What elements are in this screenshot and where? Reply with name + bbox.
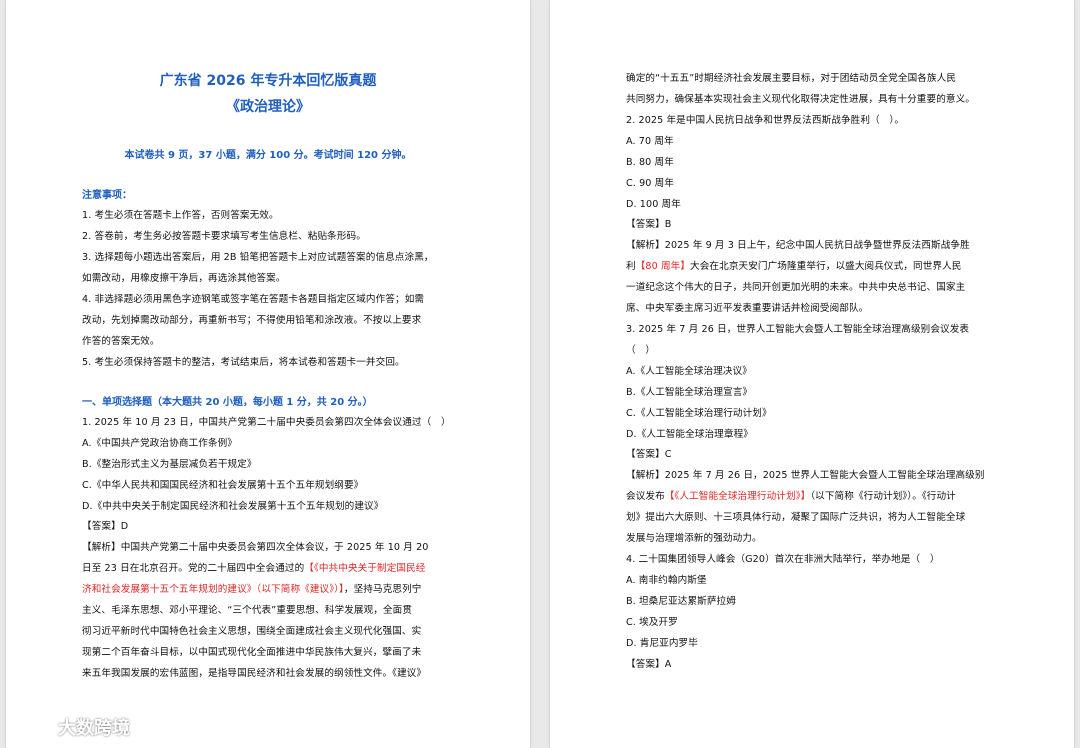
answer: 【答案】C xyxy=(626,449,672,460)
explanation-text: ，坚持马克思列宁 xyxy=(343,584,422,595)
explanation-line: 【解析】2025 年 7 月 26 日，2025 世界人工智能大会暨人工智能全球… xyxy=(626,470,985,481)
explanation-line: 彻习近平新时代中国特色社会主义思想，围绕全面建成社会主义现代化强国、实 xyxy=(82,626,422,637)
option-a: A. 南非约翰内斯堡 xyxy=(626,575,707,586)
explanation-line: 济和社会发展第十五个五年规划的建议》（以下简称《建议》）】，坚持马克思列宁 xyxy=(82,581,421,595)
notice-line: 作答的答案无效。 xyxy=(82,336,160,347)
page-left: 广东省 2026 年专升本回忆版真题 《政治理论》 本试卷共 9 页，37 小题… xyxy=(6,0,530,748)
question-3-paren: （ ） xyxy=(626,345,656,356)
answer: 【答案】D xyxy=(82,521,129,532)
explanation-line: 席、中央军委主席习近平发表重要讲话并检阅受阅部队。 xyxy=(626,303,869,314)
highlight-text: 【《人工智能全球治理行动计划》】 xyxy=(664,491,811,502)
option-d: D. 100 周年 xyxy=(626,199,681,210)
option-c: C.《中华人民共和国国民经济和社会发展第十五个五年规划纲要》 xyxy=(82,480,364,491)
explanation-text: 大会在北京天安门广场隆重举行，以盛大阅兵仪式，同世界人民 xyxy=(690,261,962,272)
option-d: D.《人工智能全球治理章程》 xyxy=(626,429,753,440)
explanation-line: 现第二个百年奋斗目标，以中国式现代化全面推进中华民族伟大复兴，擘画了未 xyxy=(82,647,422,658)
question-4: 4. 二十国集团领导人峰会（G20）首次在非洲大陆举行，举办地是（ ） xyxy=(626,554,940,565)
notice-line: 5. 考生必须保持答题卡的整洁，考试结束后，将本试卷和答题卡一并交回。 xyxy=(82,357,405,368)
notice-line: 3. 选择题每小题选出答案后，用 2B 铅笔把答题卡上对应试题答案的信息点涂黑， xyxy=(82,252,434,263)
explanation-line: 主义、毛泽东思想、邓小平理论、“三个代表”重要思想、科学发展观，全面贯 xyxy=(82,605,413,616)
option-a: A.《中国共产党政治协商工作条例》 xyxy=(82,438,238,449)
option-d: D.《中共中央关于制定国民经济和社会发展第十五个五年规划的建议》 xyxy=(82,501,384,512)
question-3: 3. 2025 年 7 月 26 日，世界人工智能大会暨人工智能全球治理高级别会… xyxy=(626,324,970,335)
option-b: B. 80 周年 xyxy=(626,157,674,168)
explanation-text: 日至 23 日在北京召开。党的二十届四中全会通过的 xyxy=(82,563,305,574)
explanation-line: 利【80 周年】大会在北京天安门广场隆重举行，以盛大阅兵仪式，同世界人民 xyxy=(626,258,961,272)
question-2: 2. 2025 年是中国人民抗日战争和世界反法西斯战争胜利（ ）。 xyxy=(626,115,905,126)
explanation-line: 【解析】2025 年 9 月 3 日上午，纪念中国人民抗日战争暨世界反法西斯战争… xyxy=(626,240,970,251)
explanation-line: 来五年我国发展的宏伟蓝图，是指导国民经济和社会发展的纲领性文件。《建议》 xyxy=(82,668,427,679)
answer: 【答案】A xyxy=(626,659,672,670)
watermark-logo-icon xyxy=(10,717,52,738)
continued-line: 共同努力，确保基本实现社会主义现代化取得决定性进展，具有十分重要的意义。 xyxy=(626,94,975,105)
option-b: B.《人工智能全球治理宣言》 xyxy=(626,387,753,398)
option-c: C. 埃及开罗 xyxy=(626,617,678,628)
highlight-text: 【《中共中央关于制定国民经 xyxy=(304,563,426,574)
option-b: B. 坦桑尼亚达累斯萨拉姆 xyxy=(626,596,736,607)
page-right: 确定的“十五五”时期经济社会发展主要目标，对于团结动员全党全国各族人民 共同努力… xyxy=(550,0,1074,748)
answer: 【答案】B xyxy=(626,219,672,230)
option-a: A.《人工智能全球治理决议》 xyxy=(626,366,752,377)
doc-subtitle: 《政治理论》 xyxy=(226,99,310,115)
notice-line: 如需改动，用橡皮擦干净后，再选涂其他答案。 xyxy=(82,273,286,284)
option-d: D. 肯尼亚内罗毕 xyxy=(626,638,698,649)
explanation-text: （以下简称《行动计划》）。《行动计 xyxy=(810,491,956,502)
explanation-line: 会议发布【《人工智能全球治理行动计划》】（以下简称《行动计划》）。《行动计 xyxy=(626,488,956,502)
highlight-text: 济和社会发展第十五个五年规划的建议》（以下简称《建议》）】 xyxy=(82,584,344,595)
explanation-text: 会议发布 xyxy=(626,491,665,502)
explanation-text: 利 xyxy=(626,261,636,272)
continued-line: 确定的“十五五”时期经济社会发展主要目标，对于团结动员全党全国各族人民 xyxy=(626,73,957,84)
question-1: 1. 2025 年 10 月 23 日，中国共产党第二十届中央委员会第四次全体会… xyxy=(82,417,451,428)
option-c: C. 90 周年 xyxy=(626,178,675,189)
option-c: C.《人工智能全球治理行动计划》 xyxy=(626,408,772,419)
option-a: A. 70 周年 xyxy=(626,136,674,147)
notice-heading: 注意事项： xyxy=(82,190,132,201)
watermark: 大数跨境 xyxy=(8,712,130,742)
notice-line: 改动，先划掉需改动部分，再重新书写；不得使用铅笔和涂改液。不按以上要求 xyxy=(82,315,422,326)
explanation-line: 日至 23 日在北京召开。党的二十届四中全会通过的【《中共中央关于制定国民经 xyxy=(82,560,426,574)
watermark-text: 大数跨境 xyxy=(58,718,130,739)
highlight-text: 【80 周年】 xyxy=(635,261,691,272)
section-heading: 一、单项选择题（本大题共 20 小题，每小题 1 分，共 20 分。） xyxy=(82,397,373,408)
notice-line: 2. 答卷前，考生务必按答题卡要求填写考生信息栏、粘贴条形码。 xyxy=(82,231,366,242)
explanation-line: 【解析】中国共产党第二十届中央委员会第四次全体会议，于 2025 年 10 月 … xyxy=(82,542,429,553)
explanation-line: 一道纪念这个伟大的日子，共同开创更加光明的未来。中共中央总书记、国家主 xyxy=(626,282,966,293)
option-b: B.《整治形式主义为基层减负若干规定》 xyxy=(82,459,257,470)
exam-meta: 本试卷共 9 页，37 小题，满分 100 分。考试时间 120 分钟。 xyxy=(124,150,412,161)
explanation-line: 发展与治理增添新的强劲动力。 xyxy=(626,533,762,544)
notice-line: 1. 考生必须在答题卡上作答，否则答案无效。 xyxy=(82,210,279,221)
explanation-line: 划》提出六大原则、十三项具体行动，凝聚了国际广泛共识，将为人工智能全球 xyxy=(626,512,966,523)
doc-title: 广东省 2026 年专升本回忆版真题 xyxy=(159,73,377,89)
notice-line: 4. 非选择题必须用黑色字迹钢笔或签字笔在答题卡各题目指定区域内作答；如需 xyxy=(82,294,425,305)
